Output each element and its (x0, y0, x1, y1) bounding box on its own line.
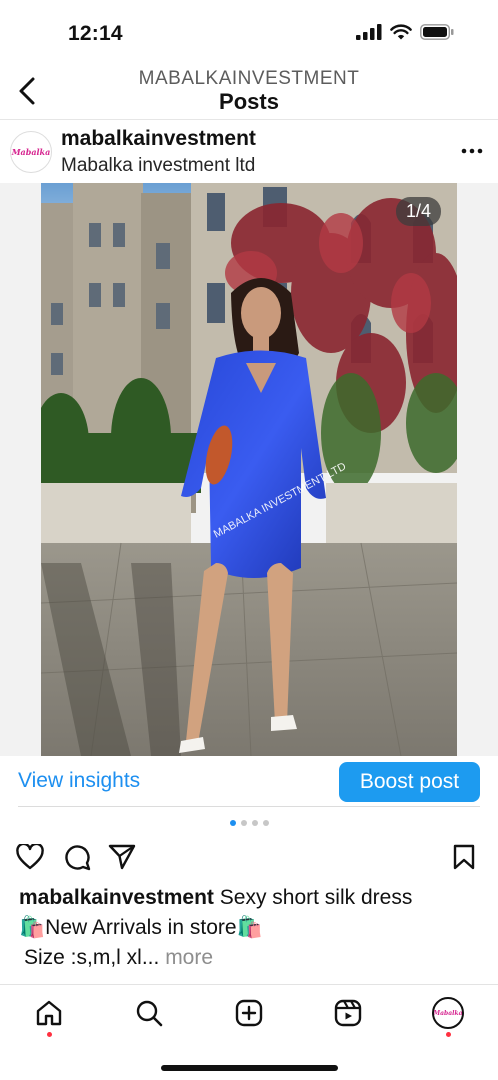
carousel-indicator (0, 820, 498, 826)
comment-button[interactable] (62, 842, 92, 872)
battery-icon (420, 24, 454, 40)
insights-row: View insights Boost post (0, 756, 498, 808)
home-indicator (161, 1065, 338, 1071)
cellular-signal-icon (356, 24, 382, 40)
post-photo-illustration: MABALKA INVESTMENT LTD (41, 183, 457, 756)
carousel-dot-active (229, 820, 236, 826)
carousel-counter-badge: 1/4 (395, 197, 441, 226)
reels-icon (334, 999, 362, 1027)
tab-home[interactable] (33, 997, 65, 1029)
caption-username[interactable]: mabalkainvestment (19, 886, 214, 909)
plus-square-icon (235, 999, 263, 1027)
more-options-button[interactable] (460, 141, 484, 161)
post-header: Mabalka mabalkainvestment Mabalka invest… (0, 121, 498, 183)
avatar[interactable]: Mabalka (10, 131, 52, 173)
share-button[interactable] (107, 842, 137, 872)
profile-avatar-text: Mabalka (433, 1009, 463, 1017)
home-icon (36, 1000, 62, 1026)
boost-post-button[interactable]: Boost post (339, 762, 480, 802)
tab-profile[interactable]: Mabalka (432, 997, 464, 1029)
caption-line-3: Size :s,m,l xl... more (19, 943, 484, 973)
shopping-bags-emoji: 🛍️ (236, 916, 263, 939)
carousel-dot (262, 820, 269, 826)
home-notification-dot (47, 1032, 52, 1037)
shopping-bags-emoji: 🛍️ (19, 916, 46, 939)
comment-icon (65, 845, 91, 871)
caption-text: Sexy short silk dress (213, 886, 413, 909)
caption-line-1: mabalkainvestment Sexy short silk dress (19, 883, 484, 913)
wifi-icon (390, 24, 412, 40)
send-icon (108, 844, 136, 870)
nav-account-name: MABALKAINVESTMENT (138, 68, 360, 89)
save-button[interactable] (449, 842, 479, 872)
profile-notification-dot (446, 1032, 451, 1037)
carousel-dot (240, 820, 247, 826)
tab-reels[interactable] (332, 997, 364, 1029)
post-image[interactable]: MABALKA INVESTMENT LTD 1/4 (41, 183, 457, 756)
bookmark-icon (453, 844, 475, 870)
like-button[interactable] (15, 842, 45, 872)
caption-more-link[interactable]: more (159, 946, 213, 969)
view-insights-link[interactable]: View insights (18, 769, 140, 793)
status-bar: 12:14 (0, 0, 498, 62)
page-title: Posts (219, 89, 279, 114)
tab-create[interactable] (233, 997, 265, 1029)
post-actions (0, 840, 498, 874)
nav-titles: MABALKAINVESTMENT Posts (0, 68, 498, 114)
bottom-tab-bar: Mabalka (0, 984, 498, 1046)
caption-arrivals-text: New Arrivals in store (45, 916, 237, 939)
search-icon (136, 1000, 163, 1027)
nav-header: MABALKAINVESTMENT Posts (0, 62, 498, 120)
status-icons (356, 24, 454, 40)
post-account-subtitle: Mabalka investment ltd (61, 155, 256, 176)
post-caption: mabalkainvestment Sexy short silk dress … (19, 883, 484, 973)
carousel-dot (251, 820, 258, 826)
caption-size-text: Size :s,m,l xl... (24, 946, 160, 969)
status-time: 12:14 (68, 22, 123, 45)
caption-line-2: 🛍️New Arrivals in store🛍️ (19, 913, 484, 943)
tab-search[interactable] (133, 997, 165, 1029)
heart-icon (16, 844, 44, 870)
insights-divider (18, 806, 480, 807)
more-horizontal-icon (461, 148, 483, 154)
post-username[interactable]: mabalkainvestment (61, 127, 256, 151)
post-media-area: MABALKA INVESTMENT LTD 1/4 (0, 183, 498, 756)
avatar-logo-text: Mabalka (11, 147, 51, 157)
